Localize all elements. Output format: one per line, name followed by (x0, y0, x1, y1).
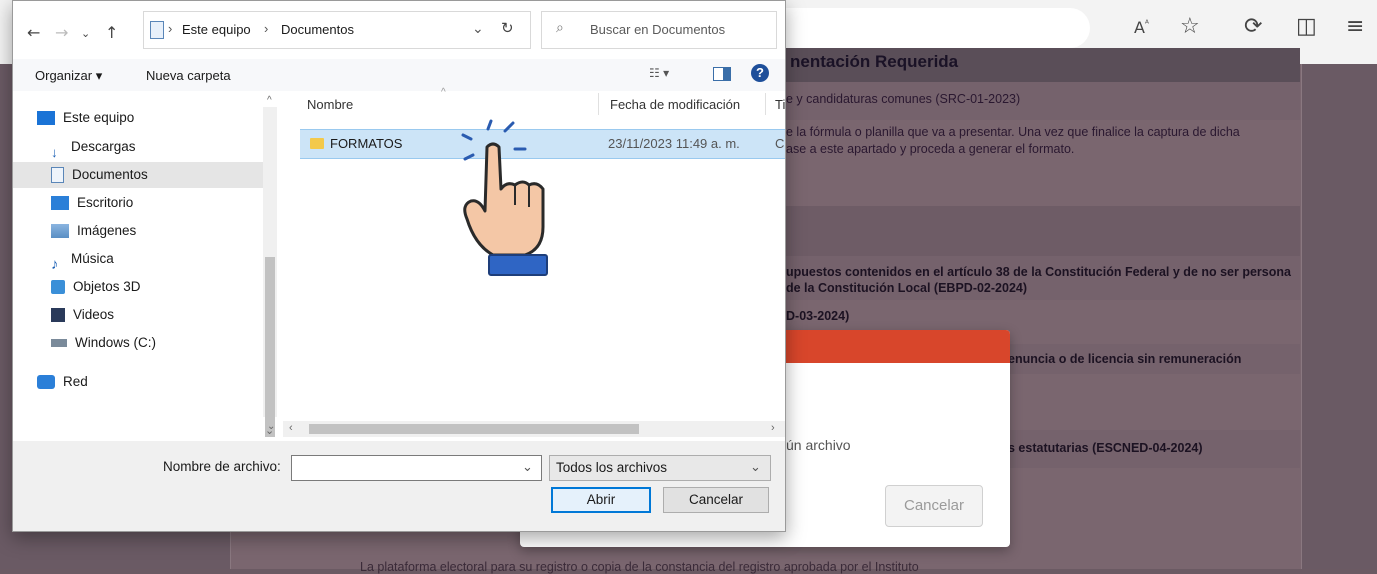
sidebar-item-objetos-3d[interactable]: Objetos 3D (51, 274, 141, 300)
sidebar-item-musica[interactable]: ♪ Música (51, 246, 114, 274)
bg-text-line: e la fórmula o planilla que va a present… (786, 125, 1240, 139)
favorites-list-icon[interactable]: ≡ (1346, 14, 1364, 39)
pictures-icon (51, 224, 69, 239)
sort-indicator-icon: ^ (441, 87, 446, 98)
chevron-down-icon[interactable]: ⌄ (522, 459, 533, 475)
help-icon[interactable]: ? (751, 64, 769, 82)
file-type-filter[interactable]: Todos los archivos ⌄ (549, 455, 771, 481)
modal-file-status: ún archivo (786, 437, 851, 453)
sidebar-item-imagenes[interactable]: Imágenes (51, 218, 136, 244)
network-icon (37, 375, 55, 390)
extensions-icon[interactable]: ⟳ (1244, 14, 1262, 39)
filename-label: Nombre de archivo: (163, 459, 281, 474)
documents-icon (51, 167, 64, 184)
chevron-down-icon[interactable]: ⌄ (472, 20, 484, 37)
preview-pane-icon[interactable] (713, 67, 731, 81)
up-arrow-icon[interactable]: ↑ (105, 23, 118, 42)
recent-chevron-icon[interactable]: ⌄ (81, 27, 90, 40)
bg-text-line: de la Constitución Local (EBPD-02-2024) (786, 281, 1028, 295)
folder-icon (310, 138, 324, 149)
bg-text-line: enuncia o de licencia sin remuneración (1008, 352, 1242, 366)
address-bar[interactable] (780, 8, 1090, 48)
column-header-modified[interactable]: Fecha de modificación (610, 97, 740, 112)
new-folder-button[interactable]: Nueva carpeta (146, 68, 231, 83)
search-placeholder: Buscar en Documentos (590, 22, 726, 37)
filename-field[interactable]: ⌄ (291, 455, 542, 481)
modal-cancel-button[interactable]: Cancelar (885, 485, 983, 527)
scroll-up-icon[interactable]: ^ (267, 95, 272, 106)
split-screen-icon[interactable]: ◫ (1296, 14, 1317, 39)
music-icon: ♪ (51, 256, 59, 274)
sidebar-item-escritorio[interactable]: Escritorio (51, 190, 133, 216)
organize-menu[interactable]: Organizar ▾ (35, 68, 102, 84)
desktop-icon (51, 196, 69, 211)
sidebar-item-windows-c[interactable]: Windows (C:) (51, 330, 156, 356)
pointing-hand-icon (461, 119, 548, 276)
refresh-icon[interactable]: ↻ (501, 19, 514, 37)
search-icon: ⌕ (556, 20, 564, 36)
bg-text-line: La plataforma electoral para su registro… (360, 560, 919, 574)
sidebar-item-descargas[interactable]: ↓ Descargas (51, 134, 136, 160)
open-file-dialog: ← → ⌄ ↑ › Este equipo › Documentos ⌄ ↻ ⌕… (12, 0, 786, 532)
bg-text-line: upuestos contenidos en el artículo 38 de… (786, 265, 1291, 279)
sidebar-item-documentos[interactable]: Documentos (13, 162, 263, 188)
file-list-scrollbar[interactable]: ‹ › (283, 421, 785, 437)
sidebar-scrollbar[interactable] (263, 107, 277, 437)
section-title: nentación Requerida (790, 52, 959, 71)
scroll-left-icon[interactable]: ⌄ (265, 424, 274, 437)
download-icon: ↓ (51, 145, 58, 161)
file-modified: 23/11/2023 11:49 a. m. (608, 136, 740, 151)
cancel-button[interactable]: Cancelar (663, 487, 769, 513)
sidebar-item-red[interactable]: Red (37, 369, 88, 395)
sidebar-item-este-equipo[interactable]: Este equipo (37, 105, 134, 131)
read-aloud-icon[interactable]: Aᴬ (1134, 18, 1149, 37)
breadcrumb-item[interactable]: Este equipo (182, 22, 251, 37)
view-options-icon[interactable]: ☷ ▾ (649, 66, 669, 80)
computer-icon (37, 111, 55, 126)
forward-arrow-icon[interactable]: → (55, 23, 68, 42)
bg-text-line: D-03-2024) (786, 309, 850, 323)
bg-text-line: ase a este apartado y proceda a generar … (786, 142, 1075, 156)
search-input[interactable]: ⌕ Buscar en Documentos (541, 11, 777, 49)
documents-icon (150, 21, 164, 39)
drive-icon (51, 339, 67, 348)
breadcrumb-item[interactable]: Documentos (281, 22, 354, 37)
file-type: C (775, 136, 785, 151)
open-button[interactable]: Abrir (551, 487, 651, 513)
3d-objects-icon (51, 280, 65, 295)
breadcrumb[interactable]: › Este equipo › Documentos ⌄ (143, 11, 531, 49)
sidebar-item-videos[interactable]: Videos (51, 302, 114, 328)
column-header-name[interactable]: Nombre (307, 97, 353, 112)
back-arrow-icon[interactable]: ← (27, 23, 40, 42)
dialog-toolbar: Organizar ▾ Nueva carpeta ☷ ▾ ? (13, 59, 785, 91)
favorite-star-icon[interactable]: ☆ (1180, 14, 1200, 39)
file-name: FORMATOS (330, 136, 403, 151)
bg-text-line: s estatutarias (ESCNED-04-2024) (1008, 441, 1203, 455)
column-header-type[interactable]: Ti (775, 97, 785, 112)
bg-text-line: e y candidaturas comunes (SRC-01-2023) (786, 92, 1021, 106)
chevron-down-icon: ⌄ (750, 459, 761, 474)
videos-icon (51, 308, 65, 323)
dialog-footer: Nombre de archivo: ⌄ Todos los archivos … (13, 441, 785, 531)
